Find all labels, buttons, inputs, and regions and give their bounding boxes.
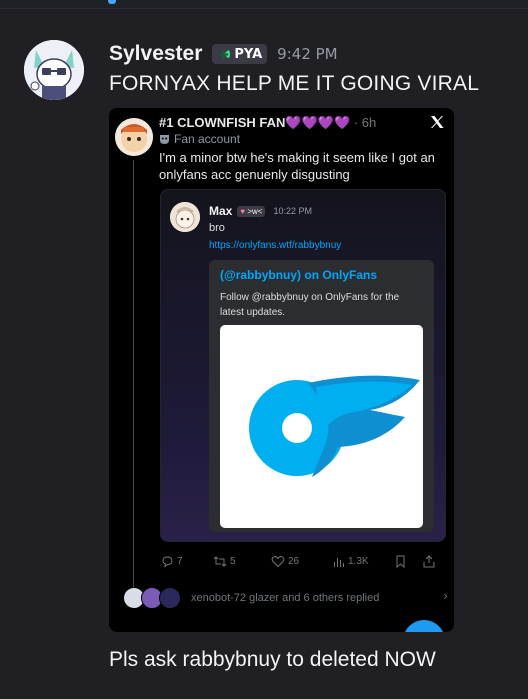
share-button[interactable] xyxy=(423,555,435,568)
retweet-button[interactable]: 5 xyxy=(213,555,271,568)
guild-tag[interactable]: PYA xyxy=(212,44,268,64)
tweet-actions: 7 5 26 1.3K xyxy=(161,555,451,568)
link-preview: (@rabbybnuy) on OnlyFans Follow @rabbybn… xyxy=(209,260,434,532)
reply-icon xyxy=(162,556,173,568)
link-preview-description: Follow @rabbybnuy on OnlyFans for the la… xyxy=(220,292,400,318)
max-time: 10:22 PM xyxy=(273,206,312,216)
tweet-media-screenshot[interactable]: Max ♥ >w< 10:22 PM bro https://onlyfans.… xyxy=(160,189,446,542)
diamond-icon xyxy=(219,49,231,59)
tweet-time: · 6h xyxy=(353,115,377,130)
onlyfans-logo-icon xyxy=(249,375,420,477)
tweet-embed[interactable]: #1 CLOWNFISH FAN💜💜💜💜 · 6h Fan account I'… xyxy=(109,108,454,632)
max-badge: ♥ >w< xyxy=(237,205,266,217)
replier-avatar xyxy=(159,587,181,609)
fan-account-label: Fan account xyxy=(159,132,240,146)
scroll-indicator xyxy=(108,0,116,4)
views-button[interactable]: 1.3K xyxy=(333,556,395,568)
max-name: Max xyxy=(209,204,233,218)
fan-account-text: Fan account xyxy=(174,132,241,146)
hearts: 💜💜💜💜 xyxy=(285,115,351,130)
link-preview-title: (@rabbybnuy) on OnlyFans xyxy=(220,268,378,282)
username[interactable]: Sylvester xyxy=(109,42,202,66)
tweet-author[interactable]: #1 CLOWNFISH FAN💜💜💜💜 · 6h xyxy=(159,115,376,131)
views-count: 1.3K xyxy=(348,556,369,567)
max-badge-text: >w< xyxy=(247,206,263,216)
tweet-text: I'm a minor btw he's making it seem like… xyxy=(159,150,435,182)
tweet-author-avatar[interactable] xyxy=(115,118,153,156)
reply-button[interactable]: 7 xyxy=(161,555,213,568)
followup-message-text: Pls ask rabbybnuy to deleted NOW xyxy=(109,648,436,671)
floating-action-button[interactable] xyxy=(403,620,445,632)
max-avatar xyxy=(170,202,200,232)
views-chart-icon xyxy=(334,557,344,567)
thread-line xyxy=(133,160,134,600)
retweet-icon xyxy=(213,556,227,567)
reply-count: 7 xyxy=(177,556,183,567)
avatar-image xyxy=(24,40,84,100)
top-edge-bar xyxy=(0,0,528,9)
message-timestamp: 9:42 PM xyxy=(277,45,338,63)
max-link: https://onlyfans.wtf/rabbybnuy xyxy=(209,240,342,251)
message-text: FORNYAX HELP ME IT GOING VIRAL xyxy=(109,72,480,95)
heart-icon: ♥ xyxy=(240,206,246,216)
onlyfans-logo-image xyxy=(220,325,423,528)
tweet-author-name: #1 CLOWNFISH FAN xyxy=(159,115,286,130)
cookie-character-icon xyxy=(115,118,153,156)
max-header: Max ♥ >w< 10:22 PM xyxy=(209,204,312,218)
chevron-right-icon[interactable]: › xyxy=(443,589,448,603)
bookmark-button[interactable] xyxy=(395,555,423,568)
replies-summary[interactable]: xenobot-72 glazer and 6 others replied › xyxy=(123,587,448,609)
bookmark-icon xyxy=(396,555,405,568)
replies-summary-text: xenobot-72 glazer and 6 others replied xyxy=(191,592,380,604)
avatar[interactable] xyxy=(24,40,84,100)
share-icon xyxy=(423,555,435,568)
like-count: 26 xyxy=(288,556,300,567)
like-button[interactable]: 26 xyxy=(271,555,333,568)
heart-outline-icon xyxy=(271,556,285,568)
max-avatar-image xyxy=(170,202,200,232)
retweet-count: 5 xyxy=(230,556,236,567)
guild-tag-label: PYA xyxy=(234,46,263,62)
x-logo-icon[interactable] xyxy=(429,114,445,130)
message-header: Sylvester PYA 9:42 PM xyxy=(109,42,338,66)
max-message: bro xyxy=(209,222,225,234)
theater-mask-icon xyxy=(160,134,169,144)
